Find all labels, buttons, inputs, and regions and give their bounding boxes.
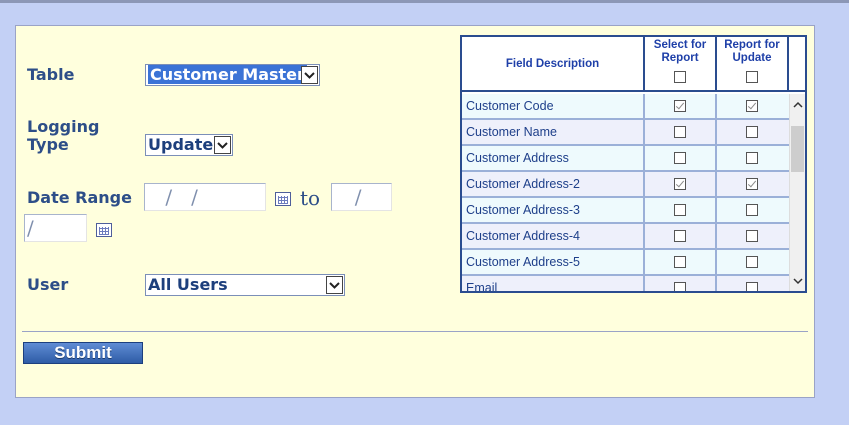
field-description-cell: Customer Name	[462, 120, 645, 144]
report-for-update-cell	[717, 120, 789, 144]
select-for-report-checkbox[interactable]	[674, 230, 686, 242]
table-row: Customer Address-5	[462, 250, 789, 276]
report-panel: Table Customer Master Logging Type Updat…	[15, 25, 815, 398]
logging-label-line1: Logging	[27, 117, 100, 136]
report-for-update-cell	[717, 172, 789, 196]
report-for-update-cell	[717, 224, 789, 248]
logging-type-select[interactable]: Update	[145, 134, 233, 156]
report-for-update-cell	[717, 198, 789, 222]
report-for-update-line2: Update	[732, 52, 772, 64]
select-all-update-checkbox[interactable]	[746, 71, 758, 83]
select-for-report-checkbox[interactable]	[674, 256, 686, 268]
logging-type-value: Update	[148, 135, 214, 154]
table-row: Email	[462, 276, 789, 291]
user-select-value: All Users	[148, 275, 228, 294]
logging-label-line2: Type	[27, 135, 69, 154]
field-description-header: Field Description	[505, 58, 600, 70]
top-border	[0, 0, 849, 3]
table-row: Customer Code	[462, 94, 789, 120]
report-for-update-checkbox[interactable]	[746, 152, 758, 164]
report-for-update-cell	[717, 146, 789, 170]
logging-type-label: Logging Type	[27, 118, 99, 154]
table-row: Customer Address-3	[462, 198, 789, 224]
select-for-report-cell	[645, 94, 717, 118]
calendar-icon[interactable]	[275, 192, 291, 206]
field-description-cell: Customer Address-3	[462, 198, 645, 222]
select-for-report-line1: Select for	[653, 39, 707, 51]
date-to-label: to	[300, 186, 321, 210]
select-for-report-checkbox[interactable]	[674, 152, 686, 164]
report-for-update-cell	[717, 276, 789, 291]
report-for-update-checkbox[interactable]	[746, 178, 758, 190]
report-for-update-line1: Report for	[724, 39, 780, 51]
field-description-cell: Customer Address	[462, 146, 645, 170]
field-description-cell: Customer Address-4	[462, 224, 645, 248]
field-description-cell: Customer Code	[462, 94, 645, 118]
select-for-report-line2: Report	[661, 52, 699, 64]
report-for-update-header: Report for Update	[717, 37, 787, 90]
select-for-report-cell	[645, 224, 717, 248]
select-for-report-cell	[645, 172, 717, 196]
select-for-report-checkbox[interactable]	[674, 282, 686, 291]
report-for-update-checkbox[interactable]	[746, 204, 758, 216]
table-label: Table	[27, 65, 75, 84]
table-row: Customer Address-4	[462, 224, 789, 250]
select-for-report-cell	[645, 146, 717, 170]
chevron-up-icon[interactable]	[793, 100, 803, 110]
select-for-report-header: Select for Report	[645, 37, 715, 90]
select-for-report-cell	[645, 250, 717, 274]
field-description-cell: Customer Address-5	[462, 250, 645, 274]
report-for-update-cell	[717, 94, 789, 118]
report-for-update-cell	[717, 250, 789, 274]
grid-header: Field Description Select for Report Repo…	[462, 37, 805, 92]
select-for-report-checkbox[interactable]	[674, 126, 686, 138]
table-row: Customer Address	[462, 146, 789, 172]
report-for-update-checkbox[interactable]	[746, 126, 758, 138]
table-row: Customer Address-2	[462, 172, 789, 198]
select-for-report-cell	[645, 120, 717, 144]
scrollbar-thumb[interactable]	[791, 126, 804, 172]
calendar-icon[interactable]	[96, 223, 112, 237]
grid-scrollbar[interactable]	[789, 94, 805, 291]
form-divider	[22, 331, 808, 332]
table-select-value: Customer Master	[148, 65, 307, 84]
select-for-report-cell	[645, 276, 717, 291]
field-grid: Field Description Select for Report Repo…	[460, 35, 807, 293]
table-row: Customer Name	[462, 120, 789, 146]
chevron-down-icon	[326, 276, 343, 294]
select-for-report-checkbox[interactable]	[674, 178, 686, 190]
field-description-cell: Customer Address-2	[462, 172, 645, 196]
date-to-input[interactable]: /	[331, 183, 392, 211]
table-select[interactable]: Customer Master	[145, 64, 320, 86]
date-range-label: Date Range	[27, 188, 132, 207]
date-to-input-overflow[interactable]: /	[24, 214, 87, 242]
select-for-report-cell	[645, 198, 717, 222]
report-for-update-checkbox[interactable]	[746, 282, 758, 291]
chevron-down-icon	[214, 136, 231, 154]
header-divider	[787, 37, 789, 90]
select-all-report-checkbox[interactable]	[674, 71, 686, 83]
report-for-update-checkbox[interactable]	[746, 230, 758, 242]
report-for-update-checkbox[interactable]	[746, 256, 758, 268]
user-label: User	[27, 275, 69, 294]
submit-button[interactable]: Submit	[23, 342, 143, 364]
user-select[interactable]: All Users	[145, 274, 345, 296]
select-for-report-checkbox[interactable]	[674, 100, 686, 112]
chevron-down-icon	[301, 66, 318, 84]
field-description-cell: Email	[462, 276, 645, 291]
date-from-input[interactable]: / /	[144, 183, 266, 211]
report-for-update-checkbox[interactable]	[746, 100, 758, 112]
select-for-report-checkbox[interactable]	[674, 204, 686, 216]
chevron-down-icon[interactable]	[793, 276, 803, 286]
